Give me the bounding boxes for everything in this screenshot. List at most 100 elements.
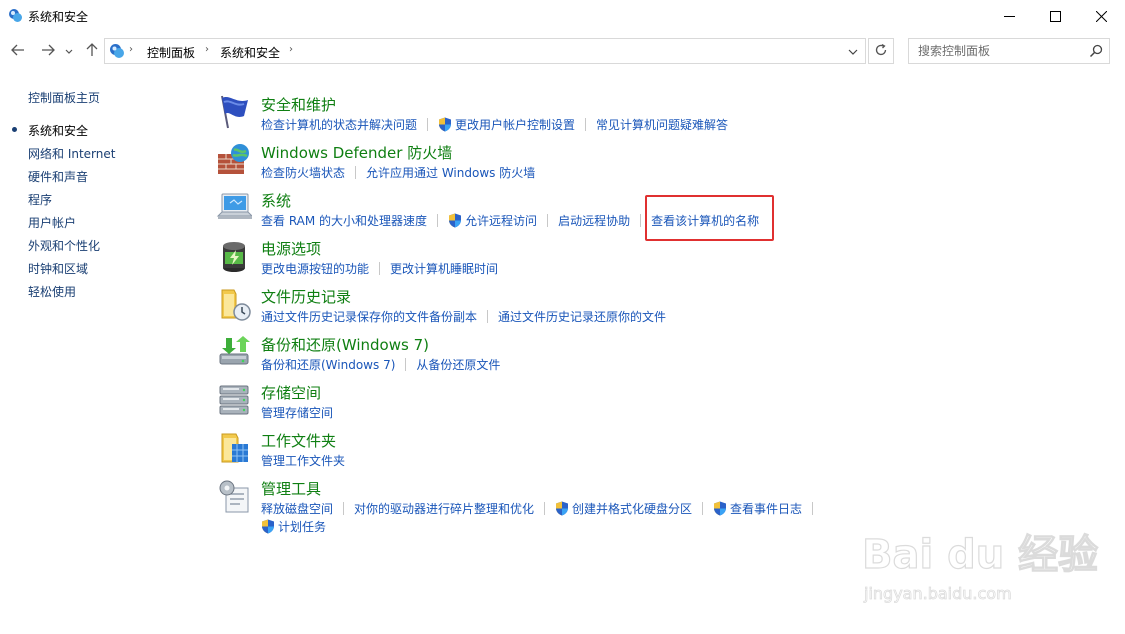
active-bullet-icon [12, 127, 17, 132]
address-history-button[interactable] [843, 41, 863, 61]
sidebar-item-user-accounts[interactable]: 用户帐户 [28, 214, 76, 231]
link-create-partition-label: 创建并格式化硬盘分区 [572, 502, 693, 516]
link-troubleshoot[interactable]: 常见计算机问题疑难解答 [596, 116, 728, 133]
sidebar-item-clock-region[interactable]: 时钟和区域 [28, 260, 88, 277]
link-allow-app-firewall[interactable]: 允许应用通过 Windows 防火墙 [366, 164, 535, 181]
back-button[interactable] [8, 42, 28, 60]
link-restore-from-backup[interactable]: 从备份还原文件 [416, 356, 500, 373]
link-manage-work-folders[interactable]: 管理工作文件夹 [261, 452, 345, 469]
link-restore-files[interactable]: 通过文件历史记录还原你的文件 [498, 308, 666, 325]
close-icon [1095, 10, 1107, 22]
section-links: 更改电源按钮的功能 更改计算机睡眠时间 [261, 260, 498, 277]
search-input[interactable] [909, 39, 1085, 63]
link-separator [547, 214, 549, 227]
battery-icon [216, 238, 252, 274]
file-history-icon [216, 286, 252, 322]
link-separator [640, 214, 642, 227]
section-title[interactable]: 管理工具 [261, 478, 321, 499]
sidebar-item-appearance[interactable]: 外观和个性化 [28, 237, 100, 254]
uac-shield-icon [439, 117, 452, 132]
link-separator [812, 502, 814, 515]
section-links: 通过文件历史记录保存你的文件备份副本 通过文件历史记录还原你的文件 [261, 308, 666, 325]
link-view-ram-cpu[interactable]: 查看 RAM 的大小和处理器速度 [261, 212, 427, 229]
recent-locations-button[interactable] [62, 42, 76, 60]
flag-icon [216, 94, 252, 130]
admin-tools-icon [216, 478, 252, 514]
link-power-button[interactable]: 更改电源按钮的功能 [261, 260, 369, 277]
uac-shield-icon [449, 213, 462, 228]
link-disk-cleanup[interactable]: 释放磁盘空间 [261, 500, 333, 517]
link-separator [585, 118, 587, 131]
breadcrumb-separator-icon: › [129, 44, 133, 55]
link-uac-settings-label: 更改用户帐户控制设置 [455, 118, 576, 132]
breadcrumb-control-panel[interactable]: 控制面板 [147, 44, 195, 61]
section-title[interactable]: 存储空间 [261, 382, 321, 403]
link-defragment[interactable]: 对你的驱动器进行碎片整理和优化 [354, 500, 534, 517]
link-backup-restore-win7[interactable]: 备份和还原(Windows 7) [261, 356, 395, 373]
link-uac-settings[interactable]: 更改用户帐户控制设置 [438, 116, 575, 133]
arrow-right-icon [41, 44, 55, 59]
link-separator [355, 166, 357, 179]
link-separator [437, 214, 439, 227]
title-bar: 系统和安全 [0, 0, 1125, 32]
sidebar-item-system-security: 系统和安全 [28, 124, 89, 138]
breadcrumb-separator-icon[interactable]: › [289, 44, 293, 55]
section-title[interactable]: 工作文件夹 [261, 430, 336, 451]
refresh-button[interactable] [868, 38, 894, 64]
close-button[interactable] [1078, 0, 1124, 32]
sidebar-item-network-internet[interactable]: 网络和 Internet [28, 145, 115, 162]
highlight-annotation [645, 195, 774, 241]
arrow-up-icon [86, 42, 98, 60]
minimize-button[interactable] [986, 0, 1032, 32]
uac-shield-icon [714, 501, 727, 516]
section-title[interactable]: 系统 [261, 190, 291, 211]
link-remote-assistance[interactable]: 启动远程协助 [558, 212, 630, 229]
watermark-url: jingyan.baidu.com [864, 584, 1012, 604]
section-links: 释放磁盘空间 对你的驱动器进行碎片整理和优化 创建并格式化硬盘分区 查看事件日志 [261, 500, 823, 517]
watermark-main-text: Bai du 经验 [861, 531, 1099, 578]
sidebar-item-hardware-sound[interactable]: 硬件和声音 [28, 168, 88, 185]
maximize-button[interactable] [1032, 0, 1078, 32]
forward-button[interactable] [38, 42, 58, 60]
section-title[interactable]: 电源选项 [261, 238, 321, 259]
up-button[interactable] [82, 42, 102, 60]
section-links: 检查计算机的状态并解决问题 更改用户帐户控制设置 常见计算机问题疑难解答 [261, 116, 728, 133]
sidebar-item-ease-of-access[interactable]: 轻松使用 [28, 283, 76, 300]
sidebar-item-programs[interactable]: 程序 [28, 191, 52, 208]
section-title[interactable]: Windows Defender 防火墙 [261, 142, 452, 163]
maximize-icon [1049, 10, 1061, 22]
sidebar-item-control-panel-home[interactable]: 控制面板主页 [28, 89, 100, 106]
search-icon[interactable] [1089, 44, 1103, 58]
link-view-event-logs[interactable]: 查看事件日志 [713, 500, 802, 517]
link-scheduled-tasks[interactable]: 计划任务 [261, 518, 326, 535]
link-save-backup[interactable]: 通过文件历史记录保存你的文件备份副本 [261, 308, 477, 325]
link-sleep-time[interactable]: 更改计算机睡眠时间 [390, 260, 498, 277]
section-links: 管理存储空间 [261, 404, 333, 421]
baidu-jingyan-watermark: Bai du 经验 jingyan.baidu.com [861, 508, 1102, 608]
section-title[interactable]: 安全和维护 [261, 94, 336, 115]
section-title[interactable]: 备份和还原(Windows 7) [261, 334, 429, 355]
breadcrumb-system-security[interactable]: 系统和安全 [220, 44, 280, 61]
link-allow-remote-access-label: 允许远程访问 [465, 214, 538, 228]
search-box[interactable] [908, 38, 1110, 64]
link-check-status[interactable]: 检查计算机的状态并解决问题 [261, 116, 417, 133]
refresh-icon [874, 43, 888, 60]
link-separator [427, 118, 429, 131]
link-allow-remote-access[interactable]: 允许远程访问 [448, 212, 537, 229]
link-firewall-status[interactable]: 检查防火墙状态 [261, 164, 345, 181]
firewall-icon [216, 142, 252, 178]
storage-icon [216, 382, 252, 418]
breadcrumb-separator-icon[interactable]: › [205, 44, 209, 55]
window-title: 系统和安全 [28, 10, 89, 24]
control-panel-icon [8, 8, 23, 23]
link-separator [487, 310, 489, 323]
section-title[interactable]: 文件历史记录 [261, 286, 351, 307]
section-links: 管理工作文件夹 [261, 452, 345, 469]
link-manage-storage-spaces[interactable]: 管理存储空间 [261, 404, 333, 421]
section-links-row-2: 计划任务 [261, 518, 326, 535]
address-bar[interactable]: › 控制面板 › 系统和安全 › [104, 38, 866, 64]
minimize-icon [1003, 11, 1015, 22]
section-links: 备份和还原(Windows 7) 从备份还原文件 [261, 356, 500, 373]
arrow-left-icon [11, 44, 25, 59]
link-create-partition[interactable]: 创建并格式化硬盘分区 [555, 500, 692, 517]
